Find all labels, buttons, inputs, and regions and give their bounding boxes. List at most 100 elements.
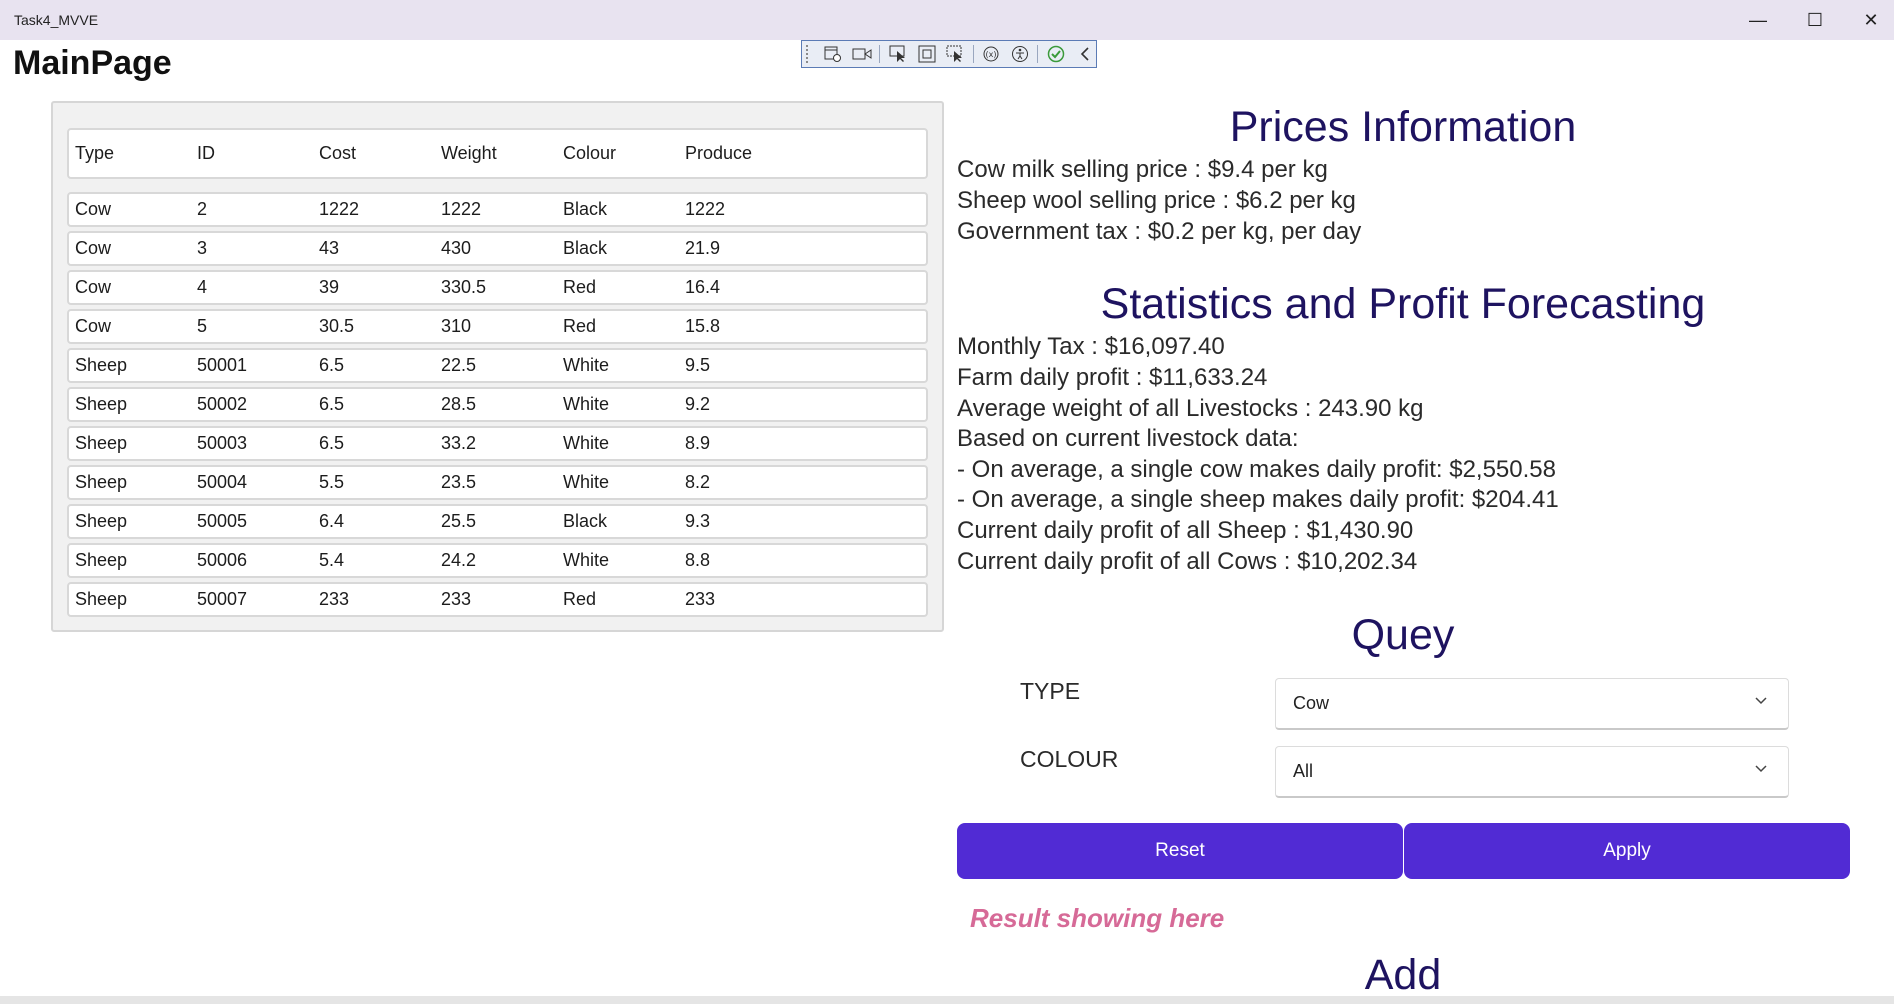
table-cell: White (563, 472, 610, 492)
accessibility-icon[interactable] (1009, 43, 1032, 65)
apply-button[interactable]: Apply (1404, 823, 1850, 879)
result-text: Result showing here (970, 903, 1225, 933)
table-cell: White (563, 433, 610, 453)
table-cell: 233 (319, 589, 350, 609)
table-cell: 22.5 (441, 355, 477, 375)
table-cell: 50007 (197, 589, 248, 609)
table-row[interactable]: Cow 5 30.5 310 Red 15.8 (67, 309, 928, 344)
stat-line: Current daily profit of all Sheep : $1,4… (957, 517, 1414, 544)
table-cell: 25.5 (441, 511, 477, 531)
colour-select-value: All (1293, 761, 1314, 781)
select-element-icon[interactable] (886, 43, 909, 65)
close-button[interactable]: ✕ (1848, 0, 1894, 40)
table-cell: 6.5 (319, 394, 345, 414)
table-cell: 43 (319, 238, 340, 258)
column-header: ID (197, 143, 215, 163)
binding-failures-icon[interactable]: (x) (980, 43, 1003, 65)
stat-line: - On average, a single cow makes daily p… (957, 456, 1556, 483)
table-cell: 50002 (197, 394, 248, 414)
table-cell: Sheep (75, 433, 128, 453)
colour-select[interactable]: All (1275, 746, 1789, 798)
table-cell: 50004 (197, 472, 248, 492)
table-cell: 15.8 (685, 316, 721, 336)
livestock-grid: Type ID Cost Weight Colour Produce Cow 2 1… (51, 101, 944, 632)
table-cell: 6.5 (319, 433, 345, 453)
table-row[interactable]: Sheep 50005 6.4 25.5 Black 9.3 (67, 504, 928, 539)
table-cell: Black (563, 511, 608, 531)
table-row[interactable]: Sheep 50004 5.5 23.5 White 8.2 (67, 465, 928, 500)
type-select[interactable]: Cow (1275, 678, 1789, 730)
collapse-icon[interactable] (1073, 43, 1096, 65)
table-cell: Cow (75, 199, 112, 219)
table-cell: 6.5 (319, 355, 345, 375)
table-cell: 1222 (685, 199, 726, 219)
table-cell: Black (563, 199, 608, 219)
table-cell: 1222 (319, 199, 360, 219)
table-row[interactable]: Sheep 50003 6.5 33.2 White 8.9 (67, 426, 928, 461)
table-cell: Black (563, 238, 608, 258)
table-cell: 9.3 (685, 511, 711, 531)
track-focus-icon[interactable] (944, 43, 967, 65)
table-row[interactable]: Cow 3 43 430 Black 21.9 (67, 231, 928, 266)
table-row[interactable]: Sheep 50007 233 233 Red 233 (67, 582, 928, 617)
table-cell: White (563, 394, 610, 414)
table-cell: 21.9 (685, 238, 721, 258)
column-header: Weight (441, 143, 497, 163)
table-cell: White (563, 550, 610, 570)
table-cell: 24.2 (441, 550, 477, 570)
table-cell: 50006 (197, 550, 248, 570)
column-header: Colour (563, 143, 617, 163)
table-cell: 8.9 (685, 433, 711, 453)
prices-heading: Prices Information (1229, 103, 1577, 151)
table-row[interactable]: Sheep 50001 6.5 22.5 White 9.5 (67, 348, 928, 383)
reset-button[interactable]: Reset (957, 823, 1403, 879)
table-cell: 6.4 (319, 511, 345, 531)
stat-line: Monthly Tax : $16,097.40 (957, 333, 1225, 360)
table-cell: 9.2 (685, 394, 711, 414)
table-cell: Cow (75, 238, 112, 258)
table-cell: Red (563, 316, 597, 336)
query-heading: Quey (1351, 611, 1455, 659)
stat-line: Farm daily profit : $11,633.24 (957, 364, 1268, 391)
table-row[interactable]: Cow 4 39 330.5 Red 16.4 (67, 270, 928, 305)
table-cell: 233 (685, 589, 716, 609)
table-cell: Red (563, 277, 597, 297)
live-visual-tree-icon[interactable] (822, 43, 845, 65)
table-row[interactable]: Cow 2 1222 1222 Black 1222 (67, 192, 928, 227)
table-cell: 1222 (441, 199, 482, 219)
stat-line: Based on current livestock data: (957, 425, 1299, 452)
stats-heading: Statistics and Profit Forecasting (1100, 280, 1706, 328)
table-cell: Sheep (75, 589, 128, 609)
table-cell: Sheep (75, 472, 128, 492)
table-cell: 430 (441, 238, 472, 258)
table-cell: Sheep (75, 394, 128, 414)
table-cell: 5 (197, 316, 208, 336)
column-header: Produce (685, 143, 753, 163)
toolbar-separator (1037, 45, 1039, 63)
type-label: TYPE (1020, 678, 1081, 704)
title-bar: Task4_MVVE — ☐ ✕ (0, 0, 1894, 40)
table-cell: 310 (441, 316, 472, 336)
table-cell: 39 (319, 277, 340, 297)
minimize-button[interactable]: — (1735, 0, 1781, 40)
table-cell: 2 (197, 199, 208, 219)
display-layout-icon[interactable] (915, 43, 938, 65)
stat-line: Current daily profit of all Cows : $10,2… (957, 548, 1418, 575)
table-cell: Red (563, 589, 597, 609)
toolbar-grip[interactable] (806, 45, 814, 63)
record-icon[interactable] (851, 43, 874, 65)
table-cell: Cow (75, 277, 112, 297)
toolbar-separator (972, 45, 974, 63)
table-cell: 23.5 (441, 472, 477, 492)
add-heading: Add (1364, 951, 1442, 999)
table-row[interactable]: Sheep 50006 5.4 24.2 White 8.8 (67, 543, 928, 578)
table-cell: Cow (75, 316, 112, 336)
table-cell: 9.5 (685, 355, 711, 375)
table-cell: 3 (197, 238, 208, 258)
table-cell: 33.2 (441, 433, 477, 453)
table-row[interactable]: Sheep 50002 6.5 28.5 White 9.2 (67, 387, 928, 422)
grid-header: Type ID Cost Weight Colour Produce (67, 128, 928, 179)
check-icon[interactable] (1044, 43, 1067, 65)
maximize-button[interactable]: ☐ (1792, 0, 1838, 40)
column-header: Type (75, 143, 115, 163)
